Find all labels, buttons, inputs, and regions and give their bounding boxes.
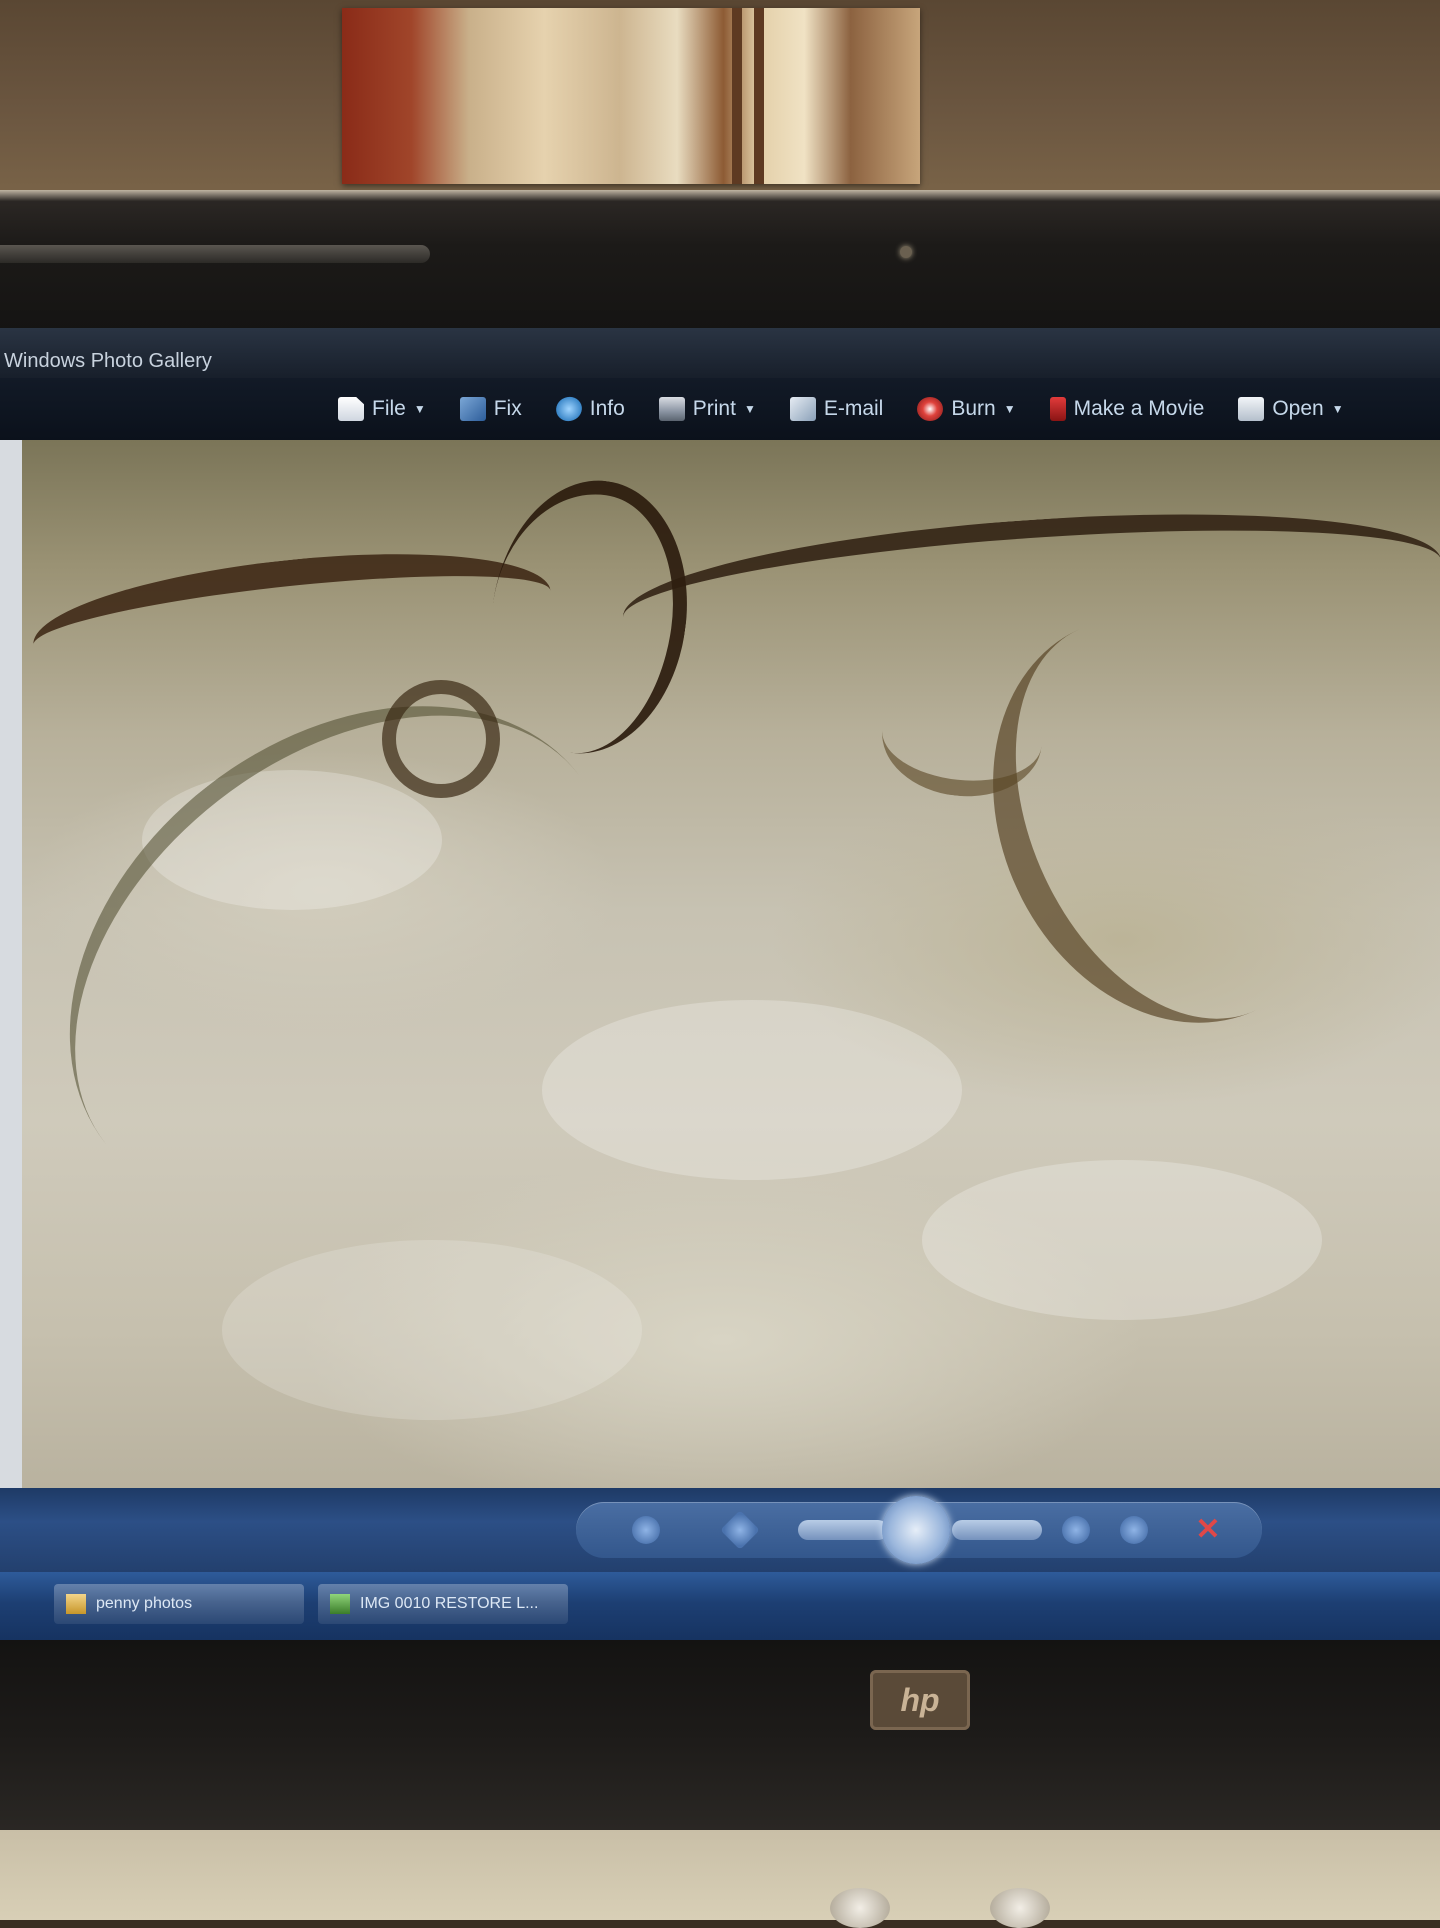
- email-label: E-mail: [823, 397, 884, 420]
- printer-icon: [658, 397, 685, 421]
- next-button[interactable]: [952, 1520, 1042, 1540]
- webcam-icon: [900, 246, 912, 258]
- fix-icon: [459, 397, 486, 421]
- info-label: Info: [589, 397, 625, 420]
- navigation-pane-edge: [0, 440, 22, 1488]
- taskbar-item-photo-gallery[interactable]: IMG 0010 RESTORE L...: [318, 1584, 568, 1624]
- zoom-icon[interactable]: [632, 1516, 660, 1544]
- file-menu-label: File: [372, 397, 406, 420]
- burn-menu-button[interactable]: Burn ▼: [909, 397, 1041, 421]
- fix-label: Fix: [493, 397, 522, 420]
- delete-icon[interactable]: ✕: [1194, 1515, 1222, 1545]
- print-label: Print: [692, 397, 736, 420]
- photo-dark-crease: [382, 680, 500, 798]
- wall-painting: [342, 8, 920, 184]
- file-icon: [338, 397, 364, 421]
- make-a-movie-label: Make a Movie: [1073, 397, 1205, 420]
- email-button[interactable]: E-mail: [782, 397, 910, 421]
- hp-logo: hp: [870, 1670, 970, 1730]
- fix-button[interactable]: Fix: [452, 397, 548, 421]
- window-title: Windows Photo Gallery: [4, 350, 212, 372]
- actual-size-icon[interactable]: [720, 1510, 760, 1550]
- folder-icon: [66, 1594, 86, 1614]
- open-menu-button[interactable]: Open ▼: [1230, 397, 1369, 421]
- taskbar-item-label: penny photos: [96, 1595, 193, 1612]
- make-a-movie-button[interactable]: Make a Movie: [1042, 397, 1231, 421]
- photo-highlight: [542, 1000, 962, 1180]
- laptop-hinge: [0, 245, 430, 263]
- photo-viewer[interactable]: [22, 440, 1440, 1488]
- burn-disc-icon: [917, 397, 944, 421]
- command-toolbar: File ▼ Fix Info Print ▼ E-mail Burn ▼ Ma…: [0, 378, 1440, 440]
- photo-highlight: [222, 1240, 642, 1420]
- burn-label: Burn: [951, 397, 996, 420]
- email-icon: [789, 397, 816, 421]
- photo-highlight: [922, 1160, 1322, 1320]
- print-menu-button[interactable]: Print ▼: [651, 397, 782, 421]
- open-icon: [1238, 397, 1265, 421]
- painting-stripe: [754, 8, 764, 184]
- info-button[interactable]: Info: [548, 393, 651, 425]
- laptop-foot: [990, 1888, 1050, 1928]
- desk-surface: [0, 1830, 1440, 1928]
- laptop-top-bezel: [0, 190, 1440, 330]
- chevron-down-icon: ▼: [1331, 402, 1344, 416]
- taskbar-item-label: IMG 0010 RESTORE L...: [360, 1595, 539, 1612]
- taskbar-item-folder[interactable]: penny photos: [54, 1584, 304, 1624]
- painting-stripe: [732, 8, 742, 184]
- slideshow-play-button[interactable]: [882, 1496, 950, 1564]
- photo-dark-crease: [27, 533, 557, 703]
- photo-gallery-icon: [330, 1594, 350, 1614]
- windows-taskbar: penny photos IMG 0010 RESTORE L...: [0, 1572, 1440, 1640]
- open-label: Open: [1272, 397, 1324, 420]
- rotate-right-icon[interactable]: [1120, 1516, 1148, 1544]
- chevron-down-icon: ▼: [743, 402, 756, 416]
- laptop-screen: Windows Photo Gallery File ▼ Fix Info Pr…: [0, 328, 1440, 1640]
- laptop-foot: [830, 1888, 890, 1928]
- info-icon: [552, 393, 586, 425]
- file-menu-button[interactable]: File ▼: [330, 397, 452, 421]
- chevron-down-icon: ▼: [413, 402, 426, 416]
- movie-icon: [1049, 397, 1066, 421]
- laptop-bottom-bezel: hp: [0, 1640, 1440, 1830]
- playback-controls: ✕: [576, 1496, 1262, 1564]
- photo-dark-crease: [618, 491, 1440, 687]
- viewer-control-bar: ✕: [0, 1488, 1440, 1572]
- chevron-down-icon: ▼: [1003, 402, 1016, 416]
- rotate-left-icon[interactable]: [1062, 1516, 1090, 1544]
- previous-button[interactable]: [798, 1520, 888, 1540]
- room-wall: [0, 0, 1440, 200]
